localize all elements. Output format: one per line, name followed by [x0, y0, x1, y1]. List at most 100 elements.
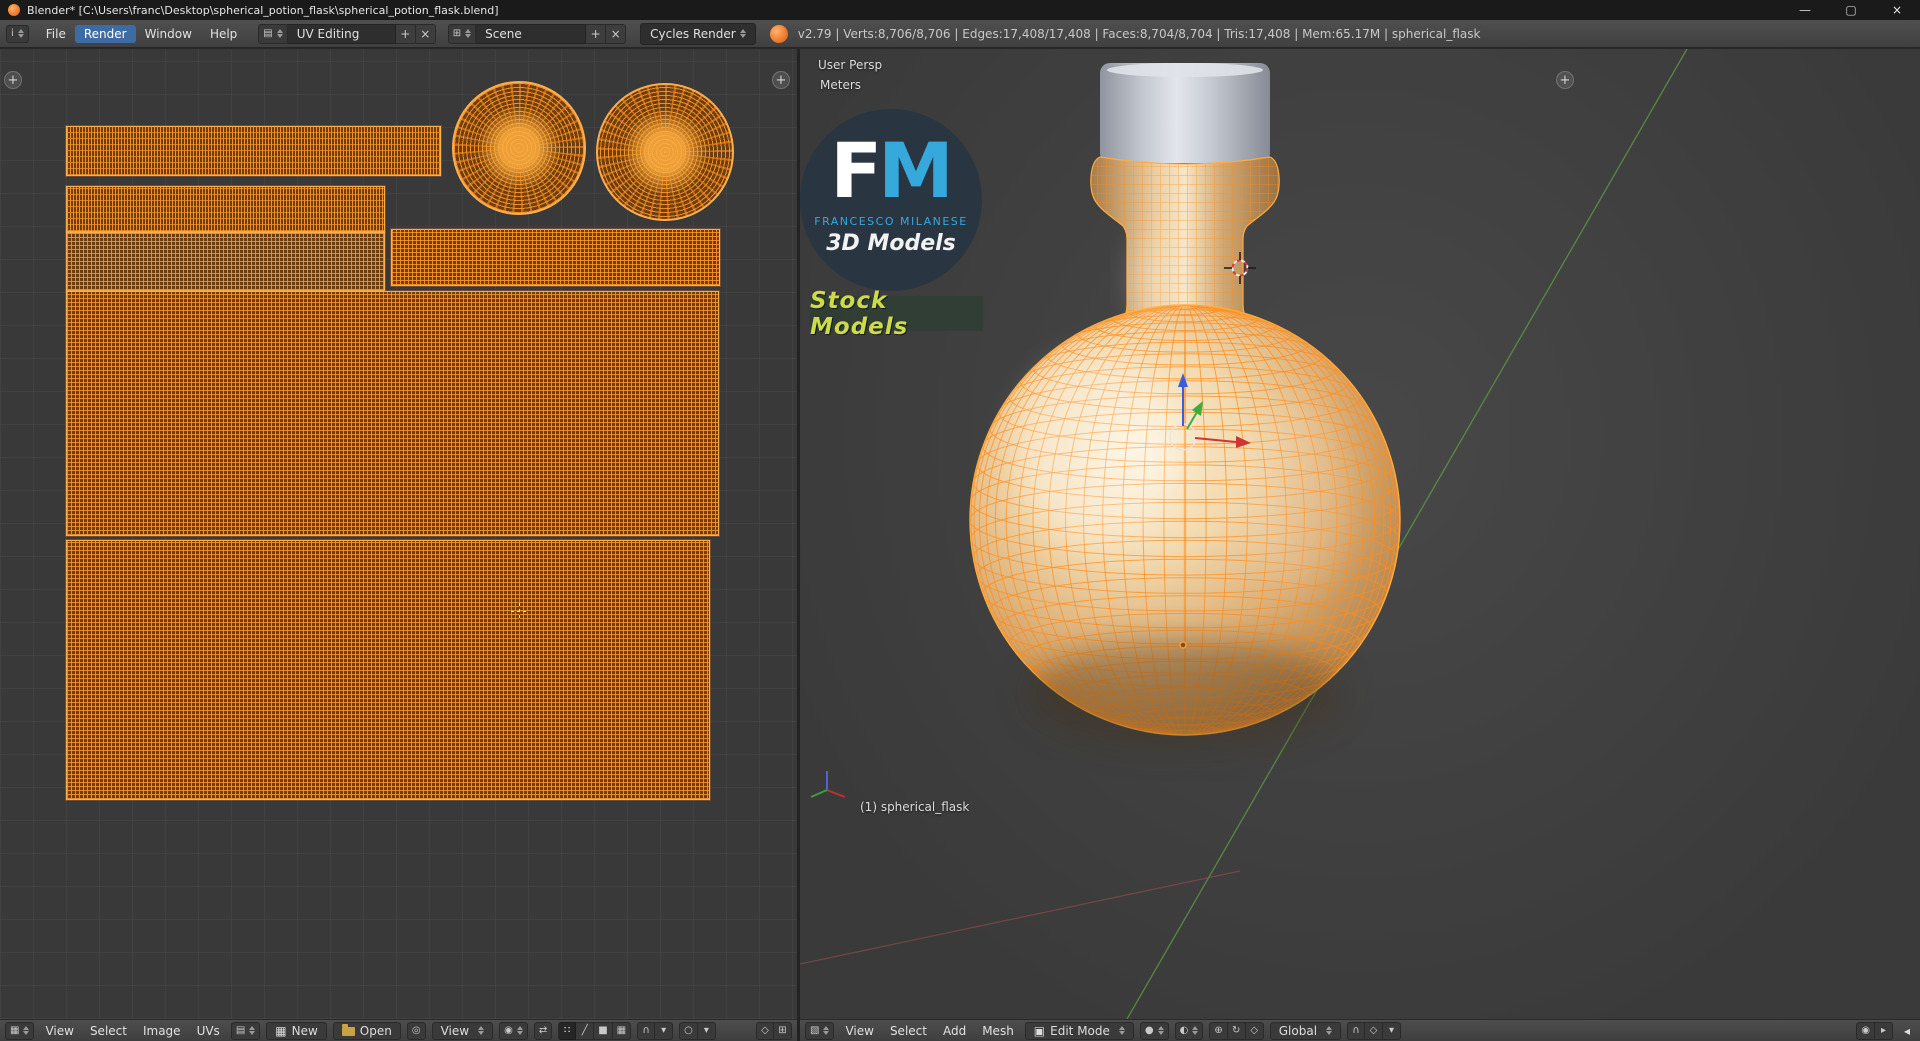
uv-region-expand-button[interactable]: +: [772, 71, 790, 89]
chevron-updown-icon: [478, 1026, 485, 1035]
specular-highlight: [1015, 354, 1185, 544]
window-controls: — ▢ ×: [1782, 0, 1920, 20]
chevron-updown-icon: [249, 1026, 256, 1035]
blender-logo-icon: [769, 24, 788, 43]
close-button[interactable]: ×: [1874, 0, 1920, 20]
image-open-button[interactable]: Open: [332, 1021, 401, 1040]
opengl-render-anim-button[interactable]: ▸: [1874, 1021, 1893, 1040]
viewport-unit-label: Meters: [820, 78, 862, 92]
viewport-3d-canvas[interactable]: User Persp Meters (1) spherical_flask F …: [800, 49, 1920, 1019]
uv-island-circle[interactable]: [452, 81, 586, 215]
manipulator-rotate-button[interactable]: ↻: [1227, 1021, 1246, 1040]
snap-target-dropdown[interactable]: ▾: [1383, 1021, 1402, 1040]
scene-add-button[interactable]: +: [586, 23, 607, 44]
uv-island[interactable]: [66, 540, 710, 800]
menu-file[interactable]: File: [37, 25, 75, 43]
scene-selector: ⊞ Scene + ×: [447, 23, 627, 44]
uv-editor-canvas[interactable]: + +: [0, 49, 797, 1019]
maximize-button[interactable]: ▢: [1828, 0, 1874, 20]
manipulator-translate-button[interactable]: ⊕: [1209, 1021, 1228, 1040]
menu-window[interactable]: Window: [136, 25, 201, 43]
uv-select-face-button[interactable]: ■: [594, 1021, 613, 1040]
snap-element-dropdown[interactable]: ◇: [1365, 1021, 1384, 1040]
uv-island[interactable]: [66, 186, 385, 232]
uv-menu-uvs[interactable]: UVs: [192, 1024, 225, 1038]
image-new-button[interactable]: ▦ New: [266, 1021, 327, 1040]
scene-browse-button[interactable]: ⊞: [447, 23, 477, 44]
snap-toggle[interactable]: ∩: [1347, 1021, 1366, 1040]
uv-island-circle[interactable]: [596, 83, 734, 221]
uv-menu-select[interactable]: Select: [85, 1024, 132, 1038]
opengl-render-button[interactable]: ◉: [1856, 1021, 1875, 1040]
viewport-region-expand-button[interactable]: +: [1556, 71, 1574, 89]
titlebar: Blender* [C:\Users\franc\Desktop\spheric…: [0, 0, 1920, 20]
vertex-select-icon: ∷: [564, 1024, 571, 1036]
uv-sync-select-toggle[interactable]: ⇄: [533, 1021, 553, 1040]
chevron-updown-icon: [516, 1026, 523, 1035]
uv-island[interactable]: [391, 229, 720, 286]
chevron-updown-icon: [465, 29, 472, 38]
screen-layout-add-button[interactable]: +: [395, 23, 416, 44]
island-select-icon: ▦: [616, 1024, 627, 1036]
interaction-mode-dropdown[interactable]: ▣ Edit Mode: [1024, 1021, 1134, 1040]
uv-select-vertex-button[interactable]: ∷: [558, 1021, 577, 1040]
uv-pivot-dropdown[interactable]: ◉: [499, 1021, 528, 1040]
screen-layout-icon: ▤: [263, 27, 273, 39]
uv-mode-dropdown[interactable]: View: [431, 1021, 494, 1040]
viewport-object-info: (1) spherical_flask: [860, 800, 970, 814]
pivot-icon: ◐: [1179, 1024, 1189, 1036]
uv-island[interactable]: [66, 232, 385, 291]
uv-proportional-falloff-dropdown[interactable]: ▾: [697, 1021, 716, 1040]
header-scroll-arrow[interactable]: ◂: [1899, 1024, 1915, 1038]
screen-layout-name[interactable]: UV Editing: [287, 23, 396, 44]
uv-2d-cursor[interactable]: [511, 603, 528, 620]
uv-menu-image[interactable]: Image: [138, 1024, 186, 1038]
watermark-initials: F M: [800, 132, 982, 208]
uv-island[interactable]: [66, 291, 719, 536]
scene-icon: ⊞: [452, 27, 462, 39]
menu-render[interactable]: Render: [74, 24, 136, 43]
flask-object[interactable]: [969, 156, 1401, 749]
view3d-menu-view[interactable]: View: [840, 1024, 878, 1038]
uv-menu-view[interactable]: View: [40, 1024, 78, 1038]
uv-snap-toggle[interactable]: ∩: [637, 1021, 656, 1040]
screen-layout-browse-button[interactable]: ▤: [258, 23, 288, 44]
pivot-point-dropdown[interactable]: ◐: [1174, 1021, 1204, 1040]
uv-snap-target-dropdown[interactable]: ▾: [655, 1021, 674, 1040]
uv-select-edge-button[interactable]: ╱: [576, 1021, 595, 1040]
screen-layout-delete-button[interactable]: ×: [415, 23, 436, 44]
uv-scopes-button[interactable]: ⊞: [774, 1021, 792, 1040]
view3d-menu-mesh[interactable]: Mesh: [977, 1024, 1019, 1038]
minimize-button[interactable]: —: [1782, 0, 1828, 20]
chevron-down-icon: ▾: [661, 1024, 667, 1036]
uv-island[interactable]: [66, 126, 441, 176]
opengl-render-group: ◉ ▸: [1856, 1021, 1893, 1040]
chevron-updown-icon: [1192, 1026, 1199, 1035]
viewport-shading-dropdown[interactable]: ●: [1139, 1021, 1169, 1040]
view3d-menu-add[interactable]: Add: [938, 1024, 971, 1038]
scene-name[interactable]: Scene: [476, 23, 587, 44]
blender-window: Blender* [C:\Users\franc\Desktop\spheric…: [0, 0, 1920, 1041]
new-image-icon: ▦: [275, 1023, 287, 1038]
view3d-editor-type-button[interactable]: ▧: [805, 1021, 835, 1040]
transform-orientation-dropdown[interactable]: Global: [1269, 1021, 1342, 1040]
menu-help[interactable]: Help: [201, 25, 246, 43]
translate-icon: ⊕: [1214, 1024, 1223, 1036]
uv-proportional-toggle[interactable]: ○: [679, 1021, 698, 1040]
info-editor-type-button[interactable]: i: [6, 24, 29, 43]
pin-image-toggle[interactable]: ◎: [406, 1021, 426, 1040]
render-engine-select[interactable]: Cycles Render: [640, 22, 756, 45]
object-origin-dot: [1179, 641, 1187, 649]
mini-axis-gizmo: [810, 771, 846, 798]
scene-delete-button[interactable]: ×: [606, 23, 627, 44]
uv-region-expand-button[interactable]: +: [4, 71, 22, 89]
flask-cork-object[interactable]: [1100, 63, 1270, 163]
view3d-menu-select[interactable]: Select: [885, 1024, 932, 1038]
uv-editor-type-button[interactable]: ▦: [5, 1021, 35, 1040]
uv-select-island-button[interactable]: ▦: [612, 1021, 632, 1040]
proportional-edit-icon: ○: [684, 1024, 693, 1036]
image-browse-button[interactable]: ▤: [230, 1021, 261, 1040]
edge-select-icon: ╱: [581, 1024, 588, 1036]
uv-display-options-button[interactable]: ◇: [756, 1021, 774, 1040]
manipulator-scale-button[interactable]: ◇: [1245, 1021, 1264, 1040]
